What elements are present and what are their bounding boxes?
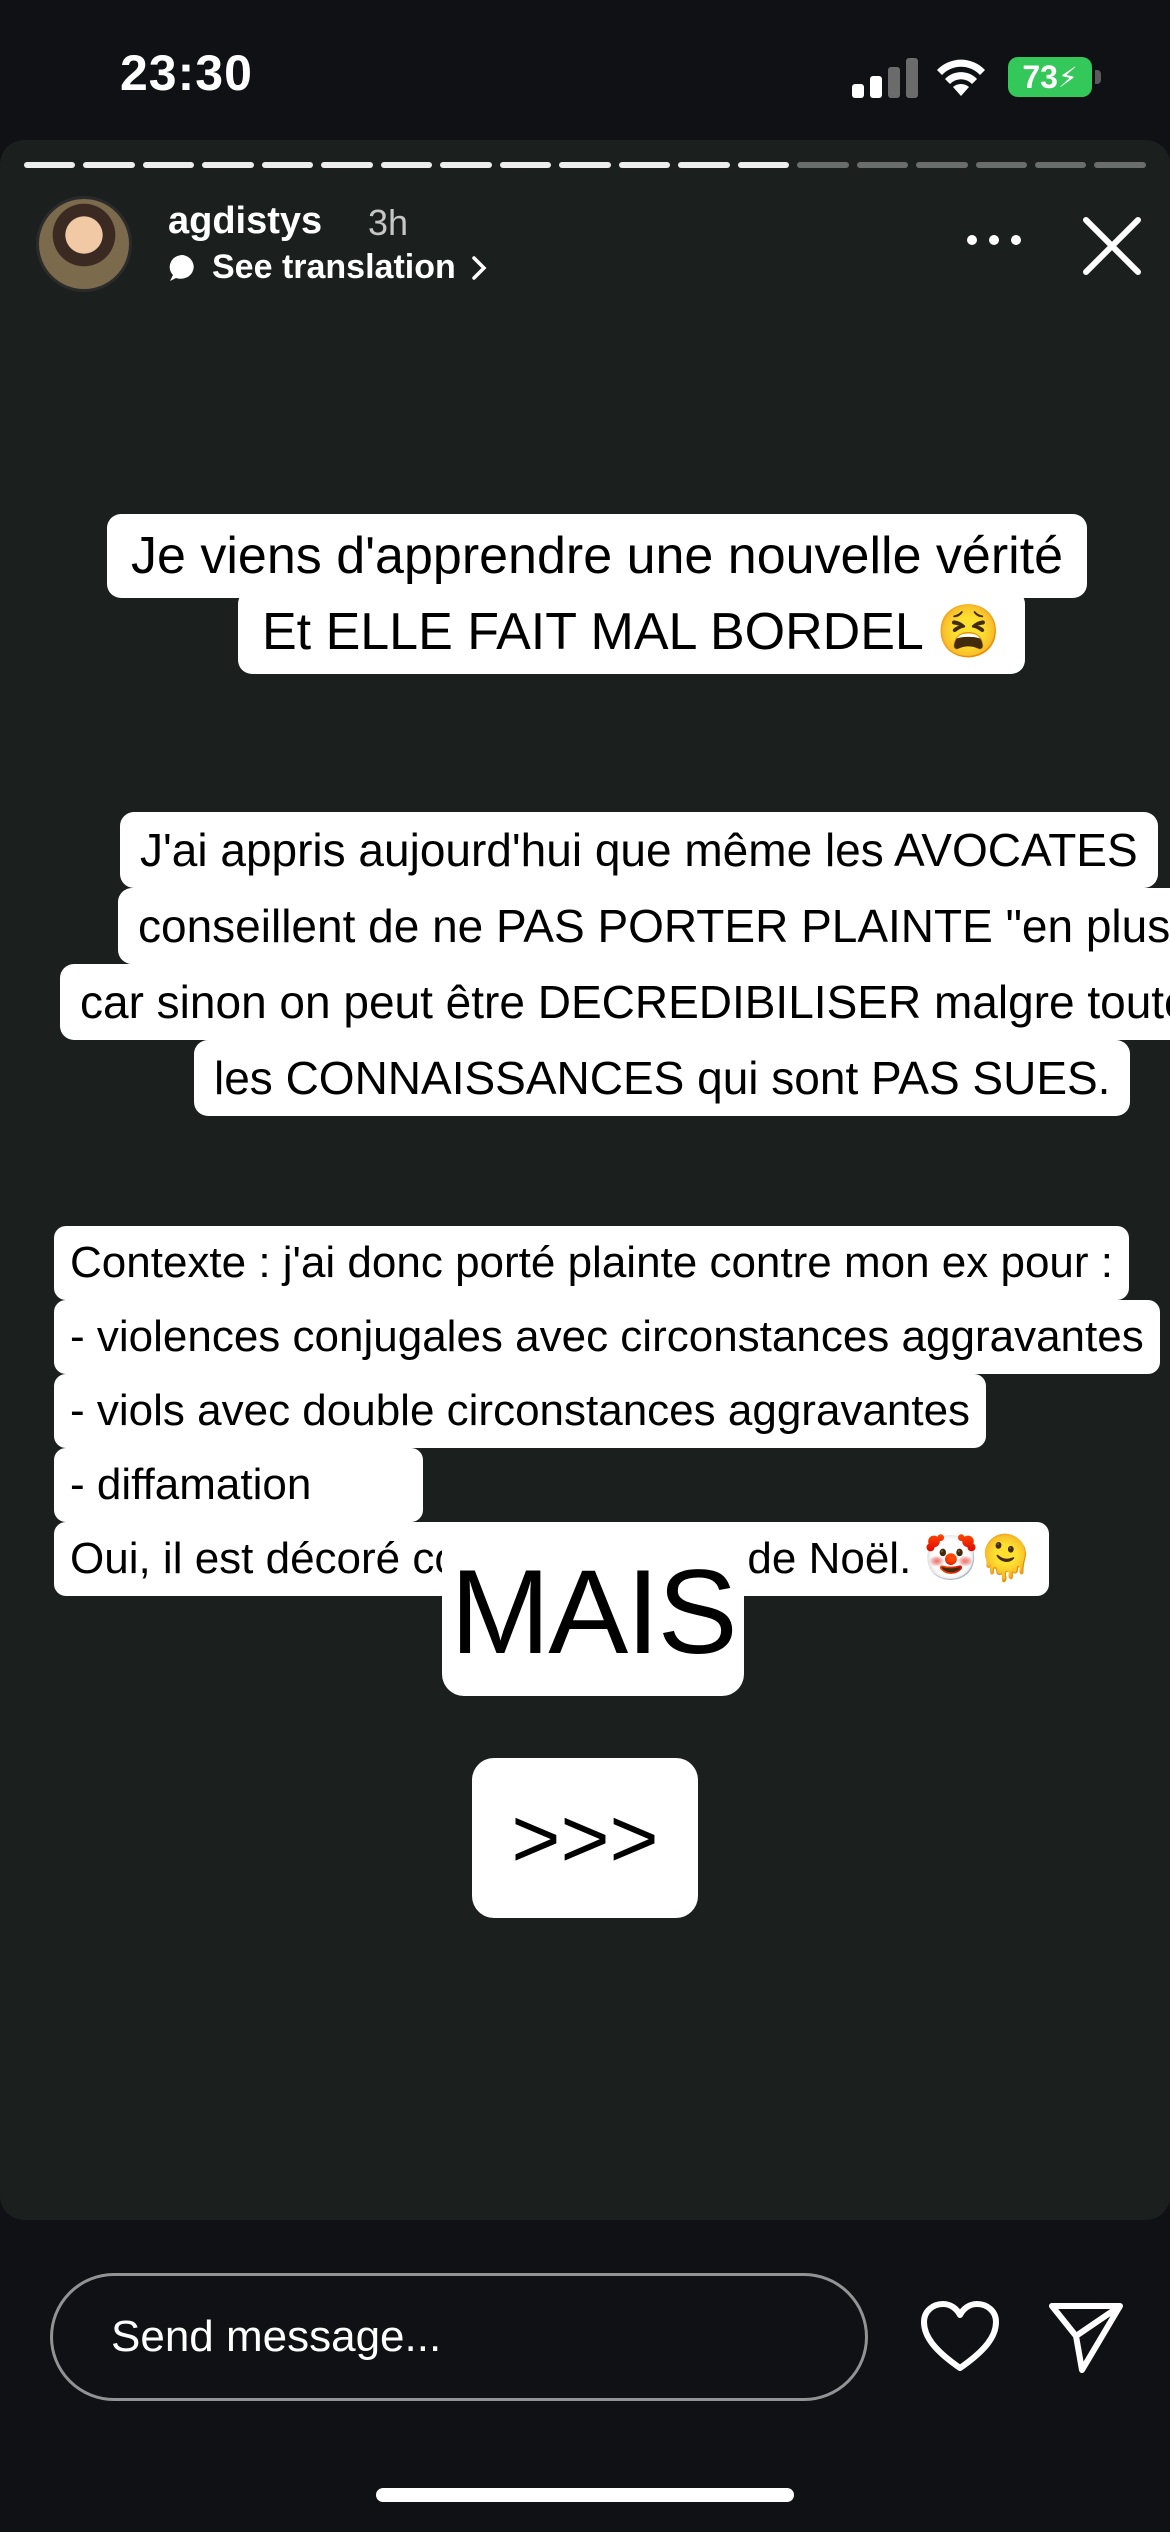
paragraph-line-1: J'ai appris aujourd'hui que même les AVO… — [120, 812, 1158, 888]
context-line-3: - viols avec double circonstances aggrav… — [54, 1374, 987, 1448]
story-progress-segment — [440, 162, 492, 168]
send-icon[interactable] — [1046, 2300, 1126, 2374]
send-message-placeholder: Send message... — [111, 2312, 442, 2361]
story-progress-segment — [618, 162, 671, 168]
story-progress-segment — [202, 162, 254, 168]
wifi-icon — [937, 59, 985, 96]
headline-line-1: Je viens d'apprendre une nouvelle vérité — [107, 514, 1088, 598]
context-line-2: - violences conjugales avec circonstance… — [54, 1300, 1160, 1374]
story-progress-segment — [678, 162, 730, 168]
story-progress-segment — [856, 162, 909, 168]
mais-sticker: MAIS — [442, 1528, 744, 1696]
story-progress-segment — [380, 162, 433, 168]
avatar[interactable] — [36, 196, 132, 292]
charging-bolt-icon: ⚡ — [1057, 61, 1078, 93]
close-icon[interactable] — [1080, 214, 1144, 278]
story-progress-segment — [797, 162, 849, 168]
story-progress-segment — [1034, 162, 1087, 168]
arrows-sticker: >>> — [472, 1758, 698, 1918]
story-progress-segment — [499, 162, 552, 168]
posted-time: 3h — [368, 202, 409, 243]
story-progress-segment — [24, 162, 76, 168]
context-line-1: Contexte : j'ai donc porté plainte contr… — [54, 1226, 1130, 1300]
status-time: 23:30 — [120, 45, 253, 101]
story-progress-segment — [321, 162, 373, 168]
see-translation-button[interactable]: See translation — [168, 248, 488, 287]
battery-indicator: 73 ⚡ — [1008, 57, 1092, 97]
home-indicator[interactable] — [376, 2488, 794, 2502]
chat-bubble-icon — [169, 254, 194, 281]
story-progress-segment — [737, 162, 790, 168]
send-message-input[interactable]: Send message... — [50, 2273, 868, 2401]
story-progress-bar — [24, 162, 1146, 168]
battery-tip — [1095, 70, 1101, 84]
paragraph-line-3: car sinon on peut être DECREDIBILISER ma… — [60, 964, 1170, 1040]
headline-line-2: Et ELLE FAIT MAL BORDEL 😫 — [238, 590, 1026, 674]
see-translation-label: See translation — [212, 248, 456, 286]
story-progress-segment — [83, 162, 135, 168]
story-progress-segment — [916, 162, 968, 168]
story-progress-segment — [261, 162, 314, 168]
story-progress-segment — [1094, 162, 1146, 168]
story-progress-segment — [975, 162, 1027, 168]
battery-level: 73 — [1022, 58, 1058, 95]
story-progress-segment — [559, 162, 611, 168]
story-progress-segment — [142, 162, 195, 168]
status-bar: 23:30 73 ⚡ — [0, 0, 1170, 150]
heart-icon[interactable] — [920, 2300, 1000, 2374]
context-line-4: - diffamation — [54, 1448, 424, 1522]
more-options-icon[interactable] — [964, 228, 1024, 252]
story-card[interactable]: agdistys 3h See translation Je viens d'a… — [0, 140, 1170, 2220]
paragraph-line-4: les CONNAISSANCES qui sont PAS SUES. — [194, 1040, 1131, 1116]
story-header: agdistys 3h See translation — [36, 196, 1146, 306]
chevron-right-icon — [472, 255, 487, 280]
cellular-signal-icon — [852, 58, 918, 98]
username[interactable]: agdistys — [168, 200, 322, 243]
paragraph-line-2: conseillent de ne PAS PORTER PLAINTE "en… — [118, 888, 1170, 964]
